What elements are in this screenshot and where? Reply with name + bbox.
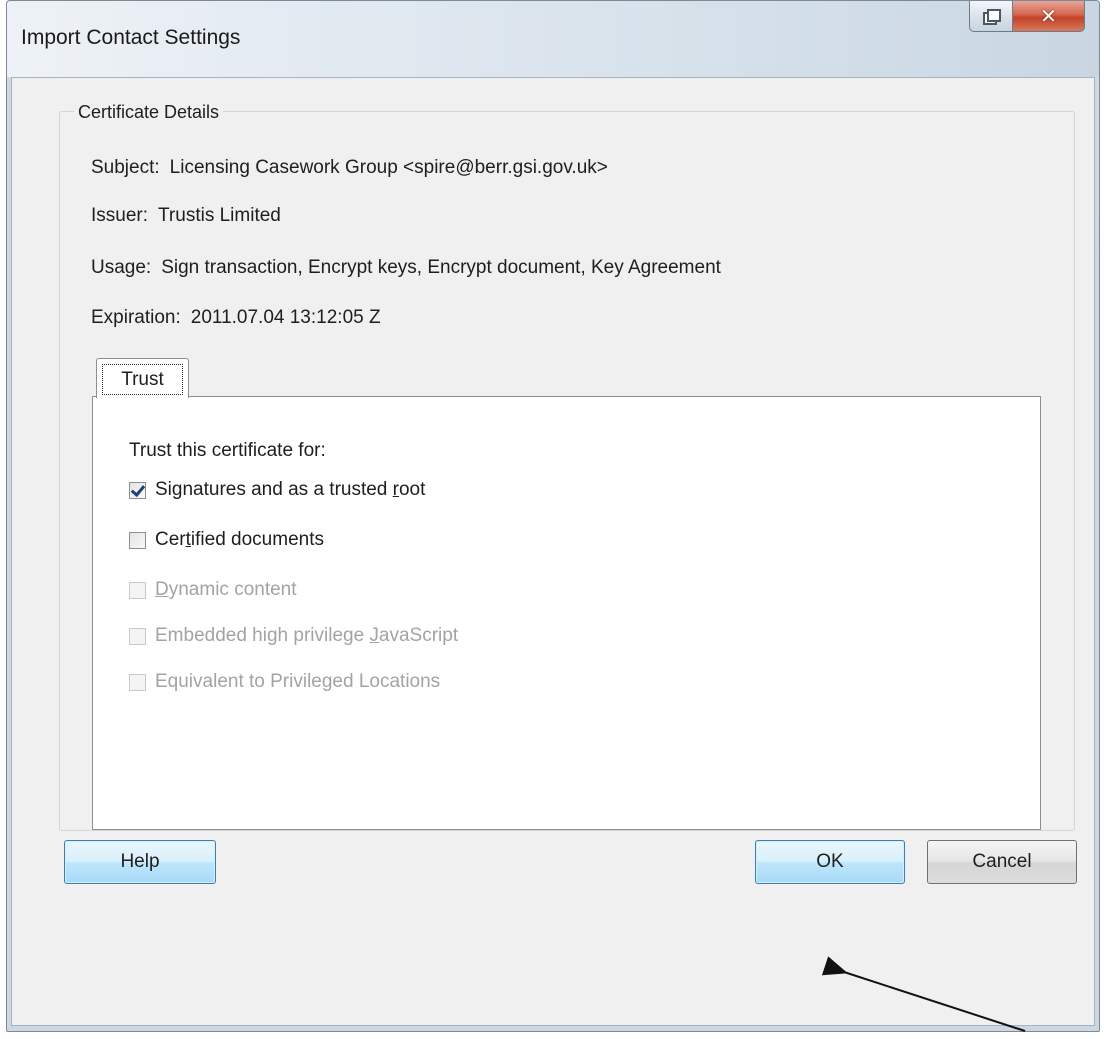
label-part: Equivalent to Privileged Locations (155, 671, 441, 692)
expiration-value: 2011.07.04 13:12:05 Z (190, 307, 381, 328)
close-button[interactable]: ✕ (1013, 1, 1085, 32)
label-part: ified documents (190, 529, 324, 550)
trust-option-3: Embedded high privilege JavaScript (129, 625, 458, 647)
close-icon: ✕ (1040, 4, 1057, 28)
trust-option-1[interactable]: Certified documents (129, 529, 324, 551)
trust-option-0[interactable]: Signatures and as a trusted root (129, 479, 425, 501)
expiration-label: Expiration: (91, 307, 181, 328)
subject-label: Subject: (91, 157, 160, 178)
label-part: Cer (155, 529, 186, 550)
help-button[interactable]: Help (64, 840, 216, 884)
label-part: Embedded high privilege (155, 625, 370, 646)
trust-option-label: Embedded high privilege JavaScript (155, 625, 458, 647)
usage-value: Sign transaction, Encrypt keys, Encrypt … (161, 257, 721, 278)
label-part: oot (398, 479, 426, 500)
trust-option-label: Dynamic content (155, 579, 297, 601)
trust-heading: Trust this certificate for: (129, 440, 326, 461)
usage-label: Usage: (91, 257, 152, 278)
certificate-details-legend: Certificate Details (74, 102, 224, 123)
issuer-row: Issuer: Trustis Limited (91, 205, 281, 227)
label-part: ynamic content (168, 579, 297, 600)
window-title: Import Contact Settings (21, 26, 241, 49)
access-key: D (155, 579, 169, 600)
subject-value: Licensing Casework Group <spire@berr.gsi… (169, 157, 608, 178)
subject-row: Subject: Licensing Casework Group <spire@… (91, 157, 608, 179)
trust-option-label: Certified documents (155, 529, 324, 551)
checkbox-unchecked (129, 581, 146, 599)
ok-button[interactable]: OK (755, 840, 905, 884)
issuer-label: Issuer: (91, 205, 149, 226)
checkbox-checked[interactable] (129, 481, 146, 499)
trust-option-2: Dynamic content (129, 579, 297, 601)
trust-option-label: Signatures and as a trusted root (155, 479, 425, 501)
trust-option-label: Equivalent to Privileged Locations (155, 671, 440, 693)
restore-icon (983, 9, 1001, 25)
checkbox-unchecked[interactable] (129, 531, 146, 549)
title-bar[interactable]: Import Contact Settings ✕ (7, 1, 1099, 77)
cancel-button[interactable]: Cancel (927, 840, 1077, 884)
trust-option-4: Equivalent to Privileged Locations (129, 671, 440, 693)
tab-trust-label: Trust (102, 364, 183, 395)
label-part: Signatures and as a trusted (155, 479, 393, 500)
dialog-client-area: Certificate Details Subject: Licensing Ca… (11, 77, 1095, 1026)
access-key: J (369, 625, 379, 646)
dialog-window: Import Contact Settings ✕ Certificate De… (6, 0, 1100, 1032)
tab-trust[interactable]: Trust (96, 358, 189, 398)
label-part: avaScript (378, 625, 459, 646)
checkbox-unchecked (129, 673, 146, 691)
issuer-value: Trustis Limited (158, 205, 281, 226)
caption-buttons: ✕ (969, 1, 1085, 34)
restore-button[interactable] (969, 1, 1013, 32)
trust-tab-panel: Trust this certificate for: Signatures a… (92, 396, 1041, 830)
checkbox-unchecked (129, 627, 146, 645)
expiration-row: Expiration: 2011.07.04 13:12:05 Z (91, 307, 381, 329)
usage-row: Usage: Sign transaction, Encrypt keys, En… (91, 257, 721, 279)
